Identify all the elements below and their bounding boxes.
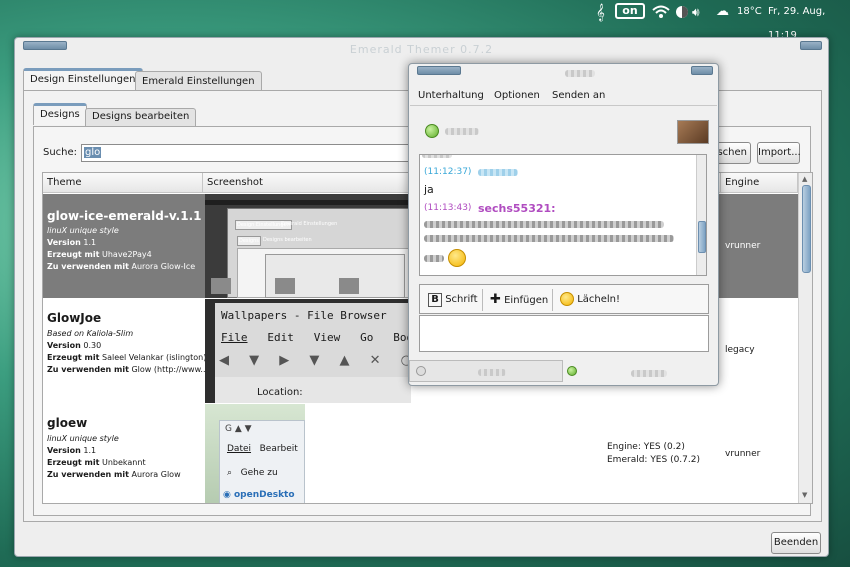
theme-version: Version 1.1 — [47, 238, 97, 247]
tab-design-einstellungen[interactable]: Design Einstellungen — [23, 68, 143, 90]
wifi-icon[interactable] — [652, 0, 670, 24]
temperature: 18°C — [737, 6, 762, 17]
screenshot-preview: Wallpapers - File Browser File Edit View… — [205, 299, 411, 403]
format-toolbar: B Schrift ✚ Einfügen Lächeln! — [419, 284, 709, 314]
contact-avatar[interactable] — [677, 120, 709, 144]
volume-icon[interactable]: 🔊︎ — [692, 0, 700, 24]
conversation-scroll-thumb[interactable] — [698, 221, 706, 253]
search-input[interactable]: glo — [81, 144, 421, 162]
top-panel: 𝄞 on 🔊︎ ☁︎ 18°C Fr, 29. Aug, 11:19 — [0, 0, 850, 41]
theme-creator: Erzeugt mit Unbekannt — [47, 458, 146, 467]
tab-designs-bearbeiten[interactable]: Designs bearbeiten — [85, 108, 197, 126]
message-compose-input[interactable] — [419, 315, 709, 352]
menu-unterhaltung[interactable]: Unterhaltung — [418, 90, 484, 101]
screenshot-preview: Design Einstellungen Emerald Einstellung… — [205, 194, 411, 298]
theme-version: Version 0.30 — [47, 341, 102, 350]
menu-senden-an[interactable]: Senden an — [552, 90, 605, 101]
theme-creator: Erzeugt mit Uhave2Pay4 — [47, 250, 152, 259]
message-text: ja — [424, 183, 434, 196]
engine-compat: Engine: YES (0.2) — [607, 442, 685, 452]
chat-window-close-button[interactable] — [691, 66, 713, 75]
chat-window-menu-button[interactable] — [417, 66, 461, 75]
chat-window: Unterhaltung Optionen Senden an (11:12:3… — [408, 63, 719, 386]
smiley-icon — [560, 292, 574, 306]
message-time: (11:13:43) — [424, 203, 472, 213]
scrollbar-thumb[interactable] — [802, 185, 811, 273]
audio-note-icon[interactable]: 𝄞 — [596, 0, 605, 24]
weather-cloud-icon: ☁︎ — [716, 4, 729, 19]
theme-usage: Zu verwenden mit Aurora Glow — [47, 470, 181, 479]
status-online-icon — [425, 124, 439, 138]
smile-button[interactable]: Lächeln! — [560, 289, 620, 311]
message-time: (11:12:37) — [424, 167, 472, 177]
tab-emerald-einstellungen[interactable]: Emerald Einstellungen — [135, 71, 262, 90]
search-label: Suche: — [43, 147, 78, 158]
theme-description: Based on Kaliola-Slim — [47, 329, 134, 338]
engine-name: legacy — [725, 345, 755, 355]
message-sender: sechs55321: — [478, 202, 556, 215]
tab-designs[interactable]: Designs — [33, 103, 87, 125]
insert-button[interactable]: ✚ Einfügen — [490, 289, 548, 311]
theme-version: Version 1.1 — [47, 446, 97, 455]
quit-button[interactable]: Beenden — [771, 532, 821, 554]
plus-icon: ✚ — [490, 292, 501, 307]
search-value: glo — [84, 147, 102, 158]
on-toggle[interactable]: on — [615, 3, 645, 19]
battery-icon[interactable] — [675, 0, 689, 24]
conversation-scrollbar[interactable] — [696, 155, 706, 275]
smiley-emoticon-icon — [448, 249, 466, 267]
engine-name: vrunner — [725, 241, 761, 251]
status-offline-icon — [416, 366, 426, 376]
chat-menubar: Unterhaltung Optionen Senden an — [410, 86, 717, 106]
import-button[interactable]: Import... — [757, 142, 801, 164]
clock[interactable]: Fr, 29. Aug, 11:19 — [768, 0, 850, 41]
vertical-scrollbar[interactable]: ▲ ▼ — [798, 173, 812, 503]
conversation-view[interactable]: (11:12:37) ja (11:13:43) sechs55321: — [419, 154, 707, 276]
chat-title-redacted — [565, 70, 595, 77]
column-engine[interactable]: Engine — [721, 173, 798, 193]
compatibility-info: Engine: YES (0.2) Emerald: YES (0.7.2) — [607, 441, 700, 467]
sender-name-redacted — [478, 169, 518, 176]
theme-description: linuX unique style — [47, 226, 119, 235]
chat-tab-2[interactable] — [631, 370, 667, 377]
status-online-icon — [567, 366, 577, 376]
theme-creator: Erzeugt mit Saleel Velankar (islington) — [47, 353, 207, 362]
column-theme[interactable]: Theme — [43, 173, 203, 193]
theme-usage: Zu verwenden mit Aurora Glow-Ice — [47, 262, 196, 271]
contact-name-redacted — [445, 128, 479, 135]
emerald-compat: Emerald: YES (0.7.2) — [607, 455, 700, 465]
theme-name: GlowJoe — [47, 311, 102, 325]
chat-tab-1[interactable] — [409, 360, 563, 382]
menu-optionen[interactable]: Optionen — [494, 90, 540, 101]
theme-usage: Zu verwenden mit Glow (http://www... — [47, 365, 209, 374]
font-button[interactable]: B Schrift — [428, 289, 478, 311]
theme-name: gloew — [47, 416, 88, 430]
engine-name: vrunner — [725, 449, 761, 459]
screenshot-preview: G ▲ ▼ Datei Bearbeit ⌕ Gehe zu ◉ openDes… — [205, 404, 305, 503]
bold-b-icon: B — [428, 293, 442, 307]
theme-description: linuX unique style — [47, 434, 119, 443]
theme-row[interactable]: gloew linuX unique style Version 1.1 Erz… — [43, 404, 798, 503]
window-title: Emerald Themer 0.7.2 — [349, 43, 494, 56]
theme-name: glow-ice-emerald-v.1.1 — [47, 209, 202, 223]
